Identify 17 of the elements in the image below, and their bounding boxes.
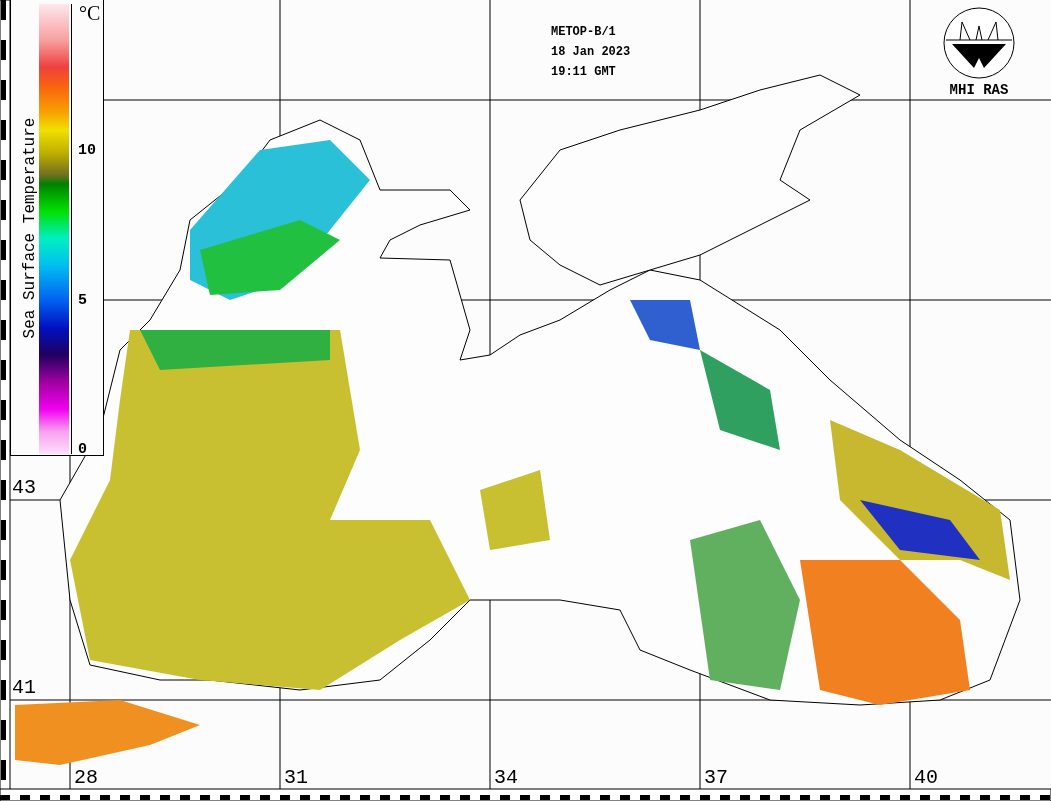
longitude-label: 37 [704, 766, 728, 789]
header-text: 19:11 GMT [551, 64, 617, 81]
header-text: METOP-B/1 [551, 24, 617, 41]
legend-tick-label: 0 [78, 442, 87, 458]
legend-title: Sea Surface Temperature [21, 117, 39, 339]
legend-tick-label: 5 [78, 293, 87, 309]
longitude-label: 40 [914, 766, 938, 789]
logo-text: MHI RAS [949, 82, 1009, 98]
unit-label: °C [79, 2, 101, 25]
latitude-label: 43 [12, 476, 36, 499]
longitude-label: 34 [494, 766, 518, 789]
header-text: 18 Jan 2023 [551, 44, 631, 61]
legend-tick-label: 10 [78, 143, 96, 159]
logo-icon [942, 6, 1016, 80]
longitude-label: 28 [74, 766, 98, 789]
longitude-label: 31 [284, 766, 308, 789]
latitude-label: 41 [12, 676, 36, 699]
